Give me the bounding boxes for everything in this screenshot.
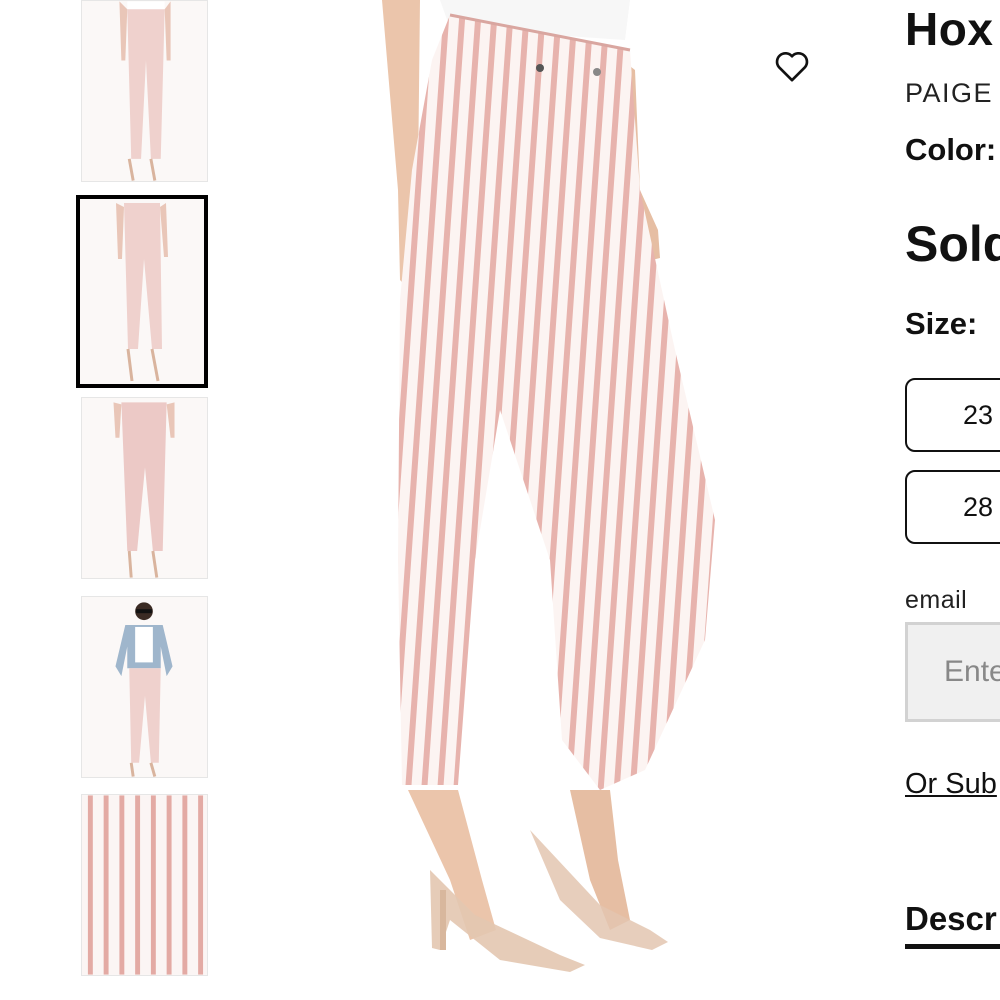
tab-description[interactable]: Descr: [905, 900, 1000, 949]
main-product-image[interactable]: [300, 0, 860, 1000]
subscribe-link[interactable]: Or Sub: [905, 768, 997, 801]
thumbnail-front-full[interactable]: [81, 0, 208, 182]
thumbnail-gallery: [0, 0, 220, 1000]
product-info-panel: Hox PAIGE Color: Sold Size: 23 28 email …: [905, 0, 1000, 1000]
email-label: email: [905, 586, 968, 614]
sold-out-status: Sold: [905, 216, 1000, 272]
thumbnail-styled-with-jacket[interactable]: [81, 596, 208, 778]
email-input[interactable]: Ente: [905, 622, 1000, 722]
size-option-23[interactable]: 23: [905, 378, 1000, 452]
size-option-28[interactable]: 28: [905, 470, 1000, 544]
wishlist-button[interactable]: [772, 46, 812, 86]
heart-outline-icon: [775, 51, 809, 82]
thumbnail-fabric-detail[interactable]: [81, 794, 208, 976]
size-label: Size:: [905, 306, 978, 341]
thumbnail-back-full[interactable]: [81, 397, 208, 579]
product-title: Hox: [905, 3, 994, 55]
color-label: Color:: [905, 132, 997, 167]
thumbnail-front-full-alt[interactable]: [76, 195, 208, 388]
brand-name[interactable]: PAIGE: [905, 78, 993, 109]
